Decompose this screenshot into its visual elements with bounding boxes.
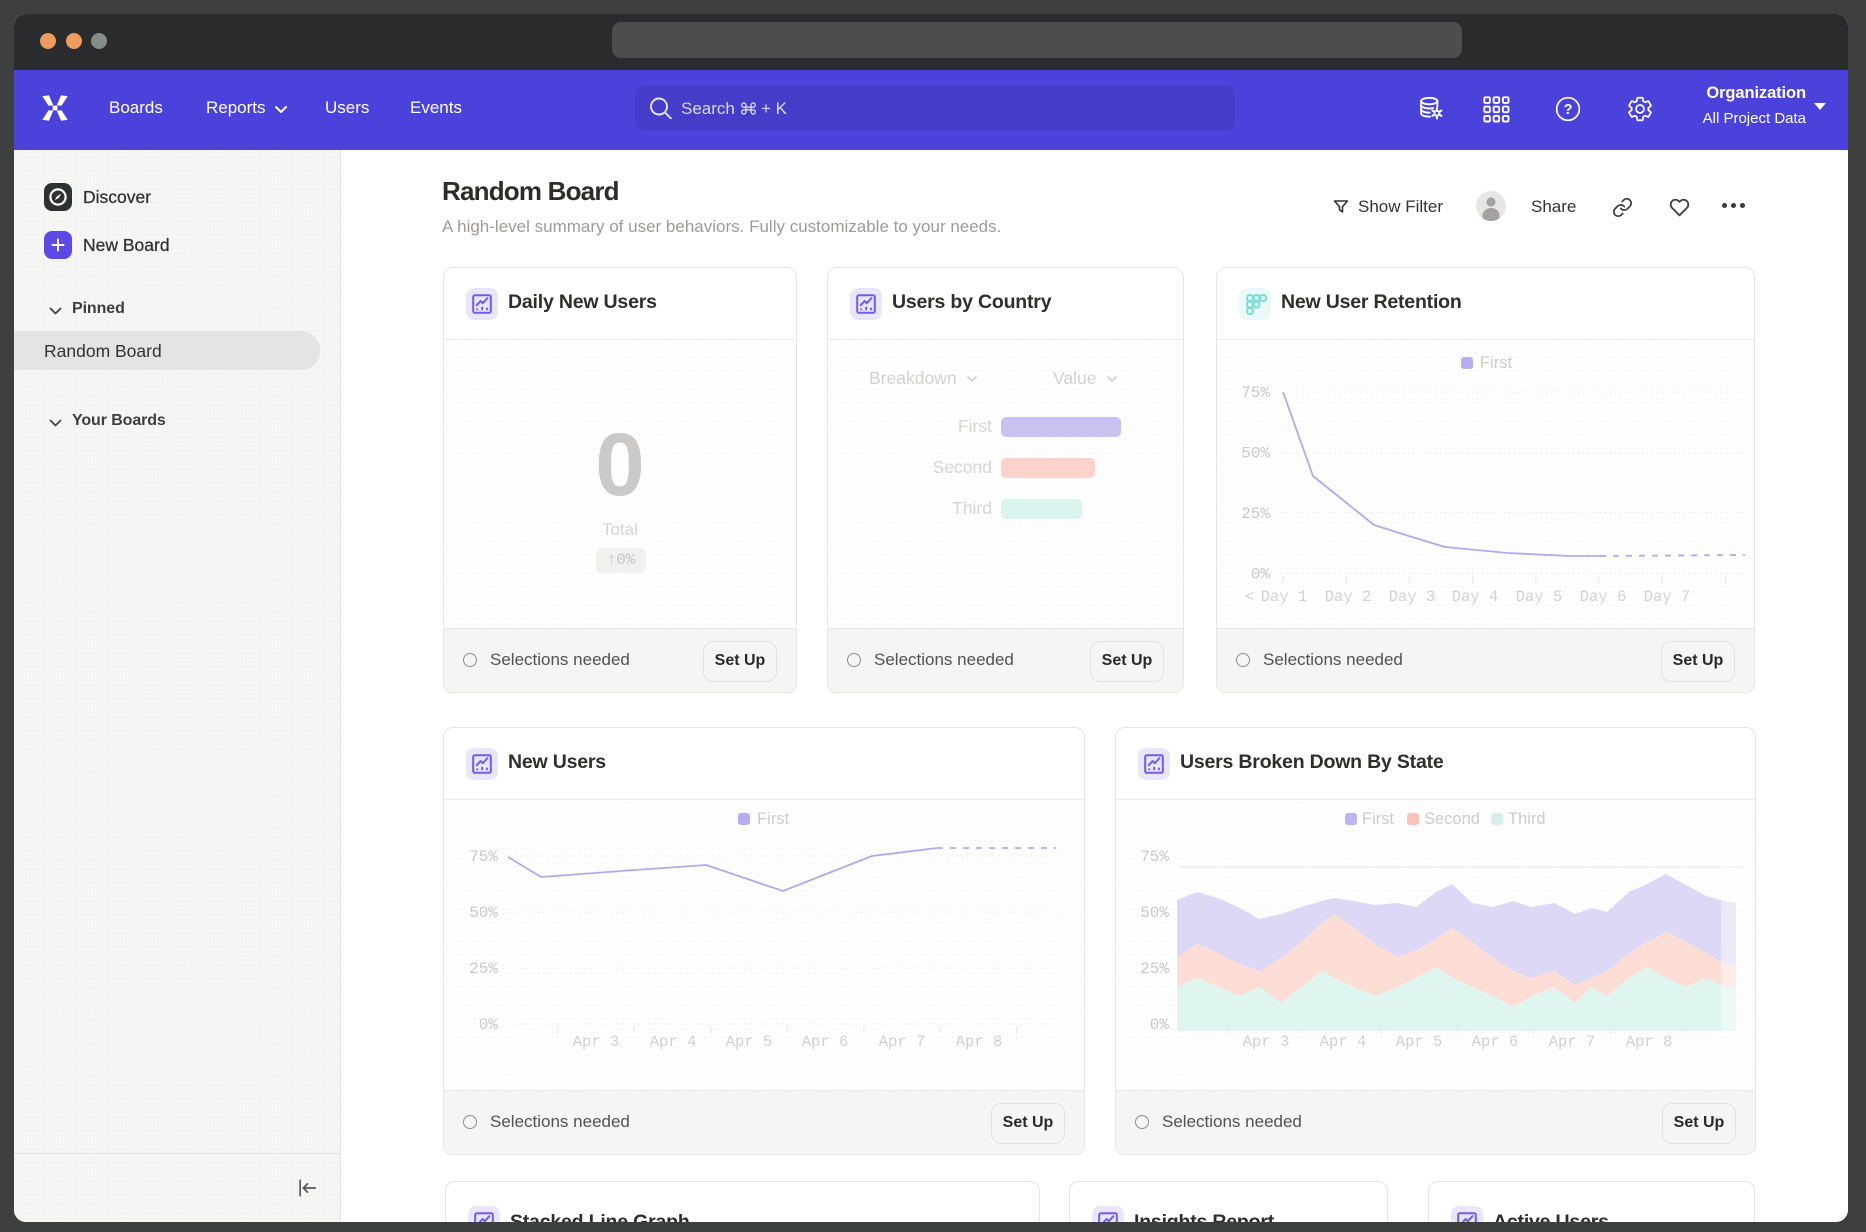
svg-text:50%: 50% (1140, 904, 1169, 922)
svg-text:50%: 50% (1241, 445, 1270, 463)
svg-text:Day 7: Day 7 (1644, 588, 1691, 606)
svg-text:Day 4: Day 4 (1452, 588, 1499, 606)
svg-text:0%: 0% (1251, 566, 1271, 584)
svg-text:75%: 75% (469, 848, 498, 866)
svg-text:Day 5: Day 5 (1516, 588, 1563, 606)
svg-text:75%: 75% (1140, 848, 1169, 866)
svg-text:Apr 3: Apr 3 (573, 1033, 620, 1051)
svg-text:25%: 25% (1140, 960, 1169, 978)
svg-text:Second: Second (1424, 810, 1480, 828)
svg-text:Day 1: Day 1 (1261, 588, 1308, 606)
svg-text:25%: 25% (1241, 505, 1270, 523)
svg-text:Apr 8: Apr 8 (1626, 1033, 1673, 1051)
svg-text:?: ? (1564, 102, 1573, 118)
svg-text:Apr 8: Apr 8 (956, 1033, 1003, 1051)
svg-text:Day 6: Day 6 (1580, 588, 1627, 606)
svg-text:Apr 6: Apr 6 (1472, 1033, 1519, 1051)
svg-text:Apr 5: Apr 5 (1396, 1033, 1443, 1051)
svg-text:0%: 0% (479, 1016, 499, 1034)
svg-text:Apr 7: Apr 7 (1549, 1033, 1596, 1051)
svg-text:50%: 50% (469, 904, 498, 922)
svg-text:Apr 5: Apr 5 (726, 1033, 773, 1051)
svg-text:Apr 4: Apr 4 (1320, 1033, 1367, 1051)
svg-text:0%: 0% (1150, 1016, 1170, 1034)
svg-text:First: First (1480, 354, 1512, 372)
svg-text:75%: 75% (1241, 384, 1270, 402)
svg-text:Third: Third (1508, 810, 1546, 828)
svg-text:Day 3: Day 3 (1389, 588, 1436, 606)
svg-text:25%: 25% (469, 960, 498, 978)
svg-text:Apr 4: Apr 4 (650, 1033, 697, 1051)
svg-text:Apr 3: Apr 3 (1243, 1033, 1290, 1051)
svg-text:Apr 6: Apr 6 (802, 1033, 849, 1051)
svg-text:<: < (1245, 588, 1254, 606)
svg-text:First: First (757, 810, 789, 828)
svg-text:First: First (1362, 810, 1394, 828)
svg-text:Apr 7: Apr 7 (879, 1033, 926, 1051)
svg-text:Day 2: Day 2 (1325, 588, 1372, 606)
